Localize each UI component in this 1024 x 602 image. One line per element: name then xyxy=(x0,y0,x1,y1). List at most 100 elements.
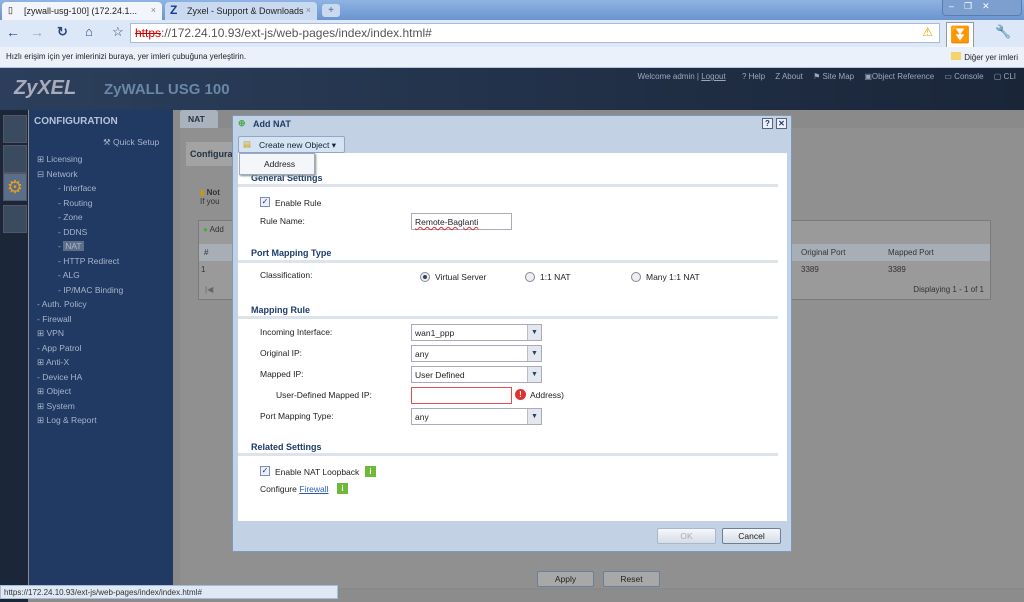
sidebar-item-alg[interactable]: - ALG xyxy=(58,270,80,280)
monitor-icon[interactable] xyxy=(3,145,27,173)
info-icon[interactable]: i xyxy=(365,466,376,477)
note-icon: ▮ xyxy=(200,188,205,197)
nat-loopback-checkbox[interactable]: ✓ xyxy=(260,466,270,476)
browser-tab-active[interactable]: ▯ [zywall-usg-100] (172.24.1... × xyxy=(2,2,162,20)
close-icon[interactable]: ✕ xyxy=(776,118,787,129)
home-icon[interactable]: ⌂ xyxy=(85,24,93,39)
port-mapping-type-select[interactable]: any ▼ xyxy=(411,408,542,425)
close-tab-icon[interactable]: × xyxy=(306,5,311,15)
cancel-button[interactable]: Cancel xyxy=(722,528,781,544)
page-icon: ▯ xyxy=(8,5,13,15)
sidebar-item-routing[interactable]: - Routing xyxy=(58,198,93,208)
sidebar-item-auth-policy[interactable]: - Auth. Policy xyxy=(37,299,87,309)
apply-button[interactable]: Apply xyxy=(537,571,594,587)
maintenance-icon[interactable] xyxy=(3,205,27,233)
sidebar-item-log-report[interactable]: ⊞ Log & Report xyxy=(37,415,97,426)
mode-bar: ⚙ xyxy=(0,110,28,602)
paging-info: Displaying 1 - 1 of 1 xyxy=(913,285,984,294)
object-reference-link[interactable]: ▣Object Reference xyxy=(864,72,934,81)
add-nat-dialog: ⊕ Add NAT ? ✕ ▤ Create new Object ▾ Genera… xyxy=(232,115,792,552)
sidebar-item-nat[interactable]: - NAT xyxy=(58,241,84,251)
virtual-server-radio[interactable] xyxy=(420,272,430,282)
info-icon[interactable]: i xyxy=(337,483,348,494)
enable-rule-checkbox[interactable]: ✓ xyxy=(260,197,270,207)
star-icon[interactable]: ☆ xyxy=(112,24,124,40)
zyxel-logo: ZyXEL xyxy=(14,77,77,99)
console-link[interactable]: ▭ Console xyxy=(944,72,983,81)
one-to-one-nat-radio[interactable] xyxy=(525,272,535,282)
sidebar-item-ip-mac-binding[interactable]: - IP/MAC Binding xyxy=(58,285,123,295)
error-icon[interactable]: ! xyxy=(515,389,526,400)
help-icon[interactable]: ? xyxy=(762,118,773,129)
tools-icon: ⚒ xyxy=(103,137,113,147)
sidebar-item-system[interactable]: ⊞ System xyxy=(37,401,75,412)
sidebar-item-interface[interactable]: - Interface xyxy=(58,183,96,193)
window-controls[interactable]: –❐✕ xyxy=(942,0,1022,16)
sidebar-item-licensing[interactable]: ⊞ Licensing xyxy=(37,154,82,165)
sidebar-item-ddns[interactable]: - DDNS xyxy=(58,227,87,237)
ok-button[interactable]: OK xyxy=(657,528,716,544)
sidebar-item-vpn[interactable]: ⊞ VPN xyxy=(37,328,64,339)
tab-nat[interactable]: NAT xyxy=(180,110,218,128)
create-new-object-button[interactable]: ▤ Create new Object ▾ xyxy=(238,136,345,153)
sidebar-item-anti-x[interactable]: ⊞ Anti-X xyxy=(37,357,69,368)
header-links: Welcome admin | Logout ? Help Z About ⚑ … xyxy=(637,72,1016,81)
reload-icon[interactable]: ↻ xyxy=(57,24,68,40)
sidebar-item-zone[interactable]: - Zone xyxy=(58,212,83,222)
quick-setup-link[interactable]: ⚒ Quick Setup xyxy=(103,137,159,148)
sidebar-item-http-redirect[interactable]: - HTTP Redirect xyxy=(58,256,119,266)
expand-icon: ⊞ xyxy=(37,357,47,367)
chevron-down-icon: ▼ xyxy=(527,409,541,424)
configuration-gear-icon[interactable]: ⚙ xyxy=(3,173,27,201)
chevron-down-icon: ▼ xyxy=(527,367,541,382)
minimize-icon[interactable]: – xyxy=(949,1,964,11)
mapped-ip-select[interactable]: User Defined ▼ xyxy=(411,366,542,383)
restore-icon[interactable]: ❐ xyxy=(964,1,982,11)
user-defined-mapped-ip-input[interactable] xyxy=(411,387,512,404)
site-map-link[interactable]: ⚑ Site Map xyxy=(813,72,854,81)
dashboard-icon[interactable] xyxy=(3,115,27,143)
close-window-icon[interactable]: ✕ xyxy=(982,1,1000,11)
add-button[interactable]: ● Add xyxy=(203,225,224,234)
dialog-title: Add NAT xyxy=(253,119,291,129)
folder-icon xyxy=(951,52,962,60)
logout-link[interactable]: Logout xyxy=(701,72,725,81)
add-icon: ⊕ xyxy=(238,118,246,128)
chevron-down-icon: ▼ xyxy=(527,346,541,361)
rule-name-input[interactable]: Remote-Baglanti xyxy=(411,213,512,230)
address-bar[interactable]: https://172.24.10.93/ext-js/web-pages/in… xyxy=(130,23,940,43)
chevron-down-icon: ▼ xyxy=(527,325,541,340)
back-icon[interactable]: ← xyxy=(6,24,20,40)
browser-tab[interactable]: Z Zyxel - Support & Downloads × xyxy=(165,2,317,20)
status-bar: https://172.24.10.93/ext-js/web-pages/in… xyxy=(0,585,338,599)
warning-icon[interactable]: ⚠ xyxy=(922,25,933,39)
browser-tab-bar: ▯ [zywall-usg-100] (172.24.1... × Z Zyxel -… xyxy=(0,0,1024,20)
first-page-icon[interactable]: |◀ xyxy=(205,285,213,294)
other-bookmarks[interactable]: Diğer yer imleri xyxy=(951,52,1018,62)
sidebar-item-object[interactable]: ⊞ Object xyxy=(37,386,71,397)
sidebar-item-app-patrol[interactable]: - App Patrol xyxy=(37,343,81,353)
menu-item-address[interactable]: Address xyxy=(239,153,315,175)
toolbar: ← → ↻ ⌂ ☆ https://172.24.10.93/ext-js/we… xyxy=(0,20,1024,52)
firewall-link[interactable]: Firewall xyxy=(299,484,328,494)
wrench-icon[interactable]: 🔧 xyxy=(995,24,1011,40)
zyxel-icon: Z xyxy=(170,3,178,17)
sidebar-item-network[interactable]: ⊟ Network xyxy=(37,169,78,180)
forward-icon[interactable]: → xyxy=(30,24,44,40)
original-ip-select[interactable]: any ▼ xyxy=(411,345,542,362)
about-link[interactable]: Z About xyxy=(775,72,803,81)
add-icon: ● xyxy=(203,225,208,234)
note: ▮ Not If you xyxy=(200,188,220,206)
dialog-body: General Settings ✓ Enable Rule Rule Name… xyxy=(238,153,787,521)
new-tab-button[interactable]: + xyxy=(322,4,340,17)
sidebar-item-device-ha[interactable]: - Device HA xyxy=(37,372,82,382)
table-row: 1 xyxy=(201,265,206,274)
close-tab-icon[interactable]: × xyxy=(151,5,156,15)
many-one-to-one-nat-radio[interactable] xyxy=(631,272,641,282)
help-link[interactable]: ? Help xyxy=(742,72,765,81)
sidebar: CONFIGURATION ⚒ Quick Setup ⊞ Licensing ⊟… xyxy=(29,110,173,590)
incoming-interface-select[interactable]: wan1_ppp ▼ xyxy=(411,324,542,341)
cli-link[interactable]: ▢ CLI xyxy=(994,72,1016,81)
sidebar-item-firewall[interactable]: - Firewall xyxy=(37,314,71,324)
reset-button[interactable]: Reset xyxy=(603,571,660,587)
